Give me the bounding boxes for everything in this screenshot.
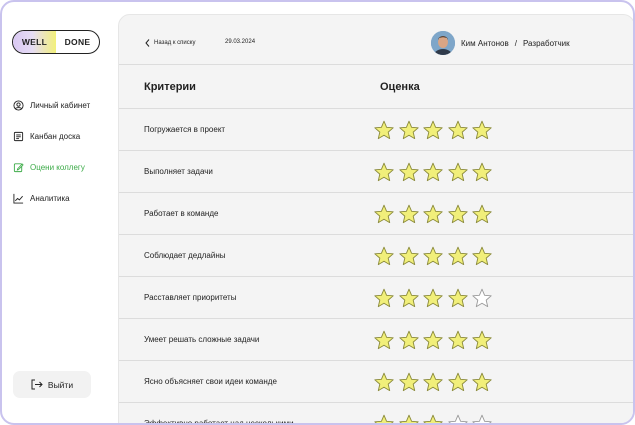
star-filled-icon[interactable] <box>398 204 420 224</box>
criterion-label: Умеет решать сложные задачи <box>144 335 260 344</box>
criterion-label: Эффективно работает над несколькими <box>144 419 294 425</box>
star-rating[interactable] <box>373 288 496 308</box>
star-filled-icon[interactable] <box>398 246 420 266</box>
star-filled-icon[interactable] <box>398 330 420 350</box>
star-rating[interactable] <box>373 204 496 224</box>
table-row: Ясно объясняет свои идеи команде <box>119 361 633 403</box>
star-filled-icon[interactable] <box>471 120 493 140</box>
logout-icon <box>31 379 43 390</box>
star-filled-icon[interactable] <box>471 372 493 392</box>
logo-done-text: DONE <box>64 37 91 47</box>
star-filled-icon[interactable] <box>398 162 420 182</box>
criterion-label: Погружается в проект <box>144 125 226 134</box>
star-filled-icon[interactable] <box>422 288 444 308</box>
star-empty-icon[interactable] <box>447 414 469 423</box>
user-circle-icon <box>13 100 24 111</box>
logo-well-text: WELL <box>13 31 56 53</box>
star-filled-icon[interactable] <box>447 162 469 182</box>
star-filled-icon[interactable] <box>398 288 420 308</box>
star-empty-icon[interactable] <box>471 288 493 308</box>
star-filled-icon[interactable] <box>373 204 395 224</box>
criterion-label: Работает в команде <box>144 209 219 218</box>
criteria-list: Погружается в проект Выполняет задачи Рабо… <box>119 109 633 425</box>
sidebar-item-kanban[interactable]: Канбан доска <box>13 121 113 152</box>
evaluation-date: 29.03.2024 <box>225 39 256 45</box>
table-row: Расставляет приоритеты <box>119 277 633 319</box>
criterion-label: Соблюдает дедлайны <box>144 251 226 260</box>
sidebar-item-label: Канбан доска <box>30 132 81 141</box>
star-filled-icon[interactable] <box>422 246 444 266</box>
star-rating[interactable] <box>373 246 496 266</box>
back-label: Назад к списку <box>154 40 196 46</box>
logout-label: Выйти <box>47 379 74 390</box>
star-rating[interactable] <box>373 162 496 182</box>
star-filled-icon[interactable] <box>471 162 493 182</box>
table-row: Выполняет задачи <box>119 151 633 193</box>
table-row: Эффективно работает над несколькими <box>119 403 633 425</box>
chevron-left-icon <box>145 39 150 47</box>
star-filled-icon[interactable] <box>422 120 444 140</box>
column-header-criteria: Критерии <box>144 81 196 93</box>
sidebar-item-label: Оцени коллегу <box>30 163 85 172</box>
criterion-label: Ясно объясняет свои идеи команде <box>144 377 277 386</box>
star-filled-icon[interactable] <box>398 372 420 392</box>
separator: / <box>514 38 517 48</box>
star-rating[interactable] <box>373 120 496 140</box>
sidebar-item-label: Личный кабинет <box>30 101 91 110</box>
main-panel: Назад к списку 29.03.2024 Ким Антонов / … <box>118 14 633 425</box>
user-info: Ким Антонов / Разработчик <box>431 31 570 55</box>
star-filled-icon[interactable] <box>447 372 469 392</box>
criterion-label: Расставляет приоритеты <box>144 293 237 302</box>
star-filled-icon[interactable] <box>447 288 469 308</box>
top-bar: Назад к списку 29.03.2024 Ким Антонов / … <box>119 15 633 65</box>
star-filled-icon[interactable] <box>471 246 493 266</box>
table-row: Работает в команде <box>119 193 633 235</box>
avatar <box>431 31 455 55</box>
back-link[interactable]: Назад к списку <box>145 39 195 47</box>
table-header: Критерии Оценка <box>119 66 633 109</box>
sidebar-item-analytics[interactable]: Аналитика <box>13 183 113 214</box>
sidebar-item-personal-account[interactable]: Личный кабинет <box>13 90 113 121</box>
star-filled-icon[interactable] <box>422 204 444 224</box>
chart-line-icon <box>13 193 24 204</box>
star-filled-icon[interactable] <box>447 246 469 266</box>
star-filled-icon[interactable] <box>398 414 420 423</box>
board-icon <box>13 131 24 142</box>
star-filled-icon[interactable] <box>471 330 493 350</box>
star-filled-icon[interactable] <box>447 120 469 140</box>
star-rating[interactable] <box>373 372 496 392</box>
sidebar-item-rate-colleague[interactable]: Оцени коллегу <box>13 152 113 183</box>
star-filled-icon[interactable] <box>471 204 493 224</box>
criterion-label: Выполняет задачи <box>144 167 213 176</box>
sidebar-nav: Личный кабинет Канбан доска Оцени коллег… <box>13 90 113 214</box>
star-filled-icon[interactable] <box>373 414 395 423</box>
edit-icon <box>13 162 24 173</box>
column-header-rating: Оценка <box>380 81 420 93</box>
star-filled-icon[interactable] <box>398 120 420 140</box>
star-rating[interactable] <box>373 414 496 423</box>
star-rating[interactable] <box>373 330 496 350</box>
logo[interactable]: WELL DONE <box>12 30 100 54</box>
star-filled-icon[interactable] <box>373 330 395 350</box>
star-filled-icon[interactable] <box>373 162 395 182</box>
star-filled-icon[interactable] <box>373 120 395 140</box>
logout-button[interactable]: Выйти <box>13 371 91 398</box>
user-role: Разработчик <box>522 38 570 48</box>
star-filled-icon[interactable] <box>373 288 395 308</box>
star-empty-icon[interactable] <box>471 414 493 423</box>
star-filled-icon[interactable] <box>373 246 395 266</box>
table-row: Погружается в проект <box>119 109 633 151</box>
star-filled-icon[interactable] <box>447 204 469 224</box>
user-name: Ким Антонов <box>461 38 509 48</box>
star-filled-icon[interactable] <box>373 372 395 392</box>
star-filled-icon[interactable] <box>422 162 444 182</box>
star-filled-icon[interactable] <box>422 372 444 392</box>
table-row: Соблюдает дедлайны <box>119 235 633 277</box>
table-row: Умеет решать сложные задачи <box>119 319 633 361</box>
sidebar-item-label: Аналитика <box>30 194 70 203</box>
app-window: WELL DONE Личный кабинет Канбан доска Оц… <box>0 0 635 425</box>
star-filled-icon[interactable] <box>422 330 444 350</box>
star-filled-icon[interactable] <box>447 330 469 350</box>
star-filled-icon[interactable] <box>422 414 444 423</box>
